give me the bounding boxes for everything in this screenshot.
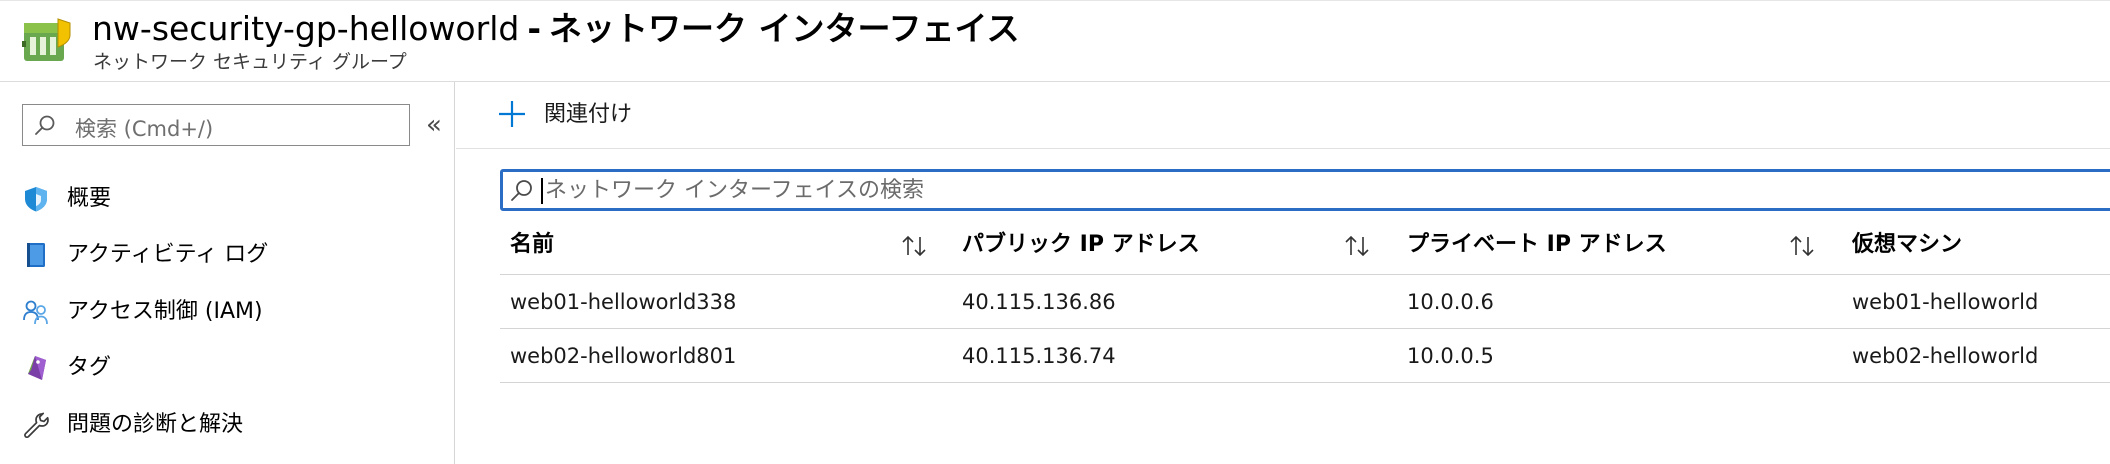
sidebar-item-tags[interactable]: タグ: [0, 341, 455, 397]
network-security-group-icon: [22, 18, 71, 61]
sidebar-item-label: アクティビティ ログ: [67, 242, 269, 267]
page-header: nw-security-gp-helloworld - ネットワーク インターフェイ…: [0, 0, 2110, 82]
cell-private-ip: 10.0.0.5: [1407, 344, 1494, 368]
menu-search-placeholder: 検索 (Cmd+/): [75, 117, 214, 141]
search-icon: [511, 180, 532, 201]
cell-public-ip: 40.115.136.86: [962, 290, 1116, 314]
sidebar-item-label: タグ: [67, 355, 112, 380]
resource-menu: 検索 (Cmd+/) « 概要 アクティビティ ログ アクセス制御 (IAM): [0, 82, 455, 464]
sidebar-item-overview[interactable]: 概要: [0, 172, 455, 228]
section-title: ネットワーク インターフェイス: [549, 9, 1020, 48]
command-bar: 関連付け: [456, 82, 2110, 149]
column-header-private-ip[interactable]: プライベート IP アドレス: [1407, 215, 1667, 275]
sort-icon[interactable]: [900, 233, 928, 259]
plus-icon: [499, 101, 525, 127]
column-header-public-ip[interactable]: パブリック IP アドレス: [962, 215, 1200, 275]
cell-virtual-machine[interactable]: web01-helloworld: [1852, 275, 2038, 329]
column-header-virtual-machine[interactable]: 仮想マシン: [1852, 215, 1962, 275]
search-icon: [35, 115, 55, 135]
cell-virtual-machine[interactable]: web02-helloworld: [1852, 329, 2038, 383]
people-icon: [23, 300, 48, 325]
sort-icon[interactable]: [1343, 233, 1371, 259]
sort-icon[interactable]: [1788, 233, 1816, 259]
associate-label: 関連付け: [544, 102, 633, 127]
sidebar-item-label: 概要: [67, 186, 112, 211]
table-row[interactable]: web01-helloworld338 40.115.136.86 10.0.0…: [500, 275, 2110, 329]
collapse-menu-button[interactable]: «: [422, 110, 446, 140]
cell-name[interactable]: web02-helloworld801: [510, 329, 736, 383]
network-interface-search-input[interactable]: ネットワーク インターフェイスの検索: [500, 169, 2110, 211]
network-interfaces-table: 名前 パブリック IP アドレス プライベート IP アドレス 仮想マシン we…: [500, 215, 2110, 383]
title-separator: -: [527, 9, 542, 48]
text-caret: [541, 178, 543, 204]
tag-icon: [28, 356, 46, 380]
sidebar-item-label: 問題の診断と解決: [67, 412, 244, 437]
cell-name[interactable]: web01-helloworld338: [510, 275, 736, 329]
page-title: nw-security-gp-helloworld - ネットワーク インターフェイ…: [92, 7, 1020, 51]
resource-name: nw-security-gp-helloworld: [92, 9, 520, 48]
shield-icon: [25, 187, 47, 212]
resource-type-subtitle: ネットワーク セキュリティ グループ: [93, 51, 407, 73]
wrench-icon: [24, 412, 49, 439]
cell-private-ip: 10.0.0.6: [1407, 290, 1494, 314]
sidebar-item-label: アクセス制御 (IAM): [67, 299, 263, 324]
main-content: 関連付け ネットワーク インターフェイスの検索 名前 パブリック IP アドレス…: [456, 82, 2110, 464]
sidebar-item-activity-log[interactable]: アクティビティ ログ: [0, 228, 455, 284]
cell-public-ip: 40.115.136.74: [962, 344, 1116, 368]
table-row[interactable]: web02-helloworld801 40.115.136.74 10.0.0…: [500, 329, 2110, 383]
column-header-name[interactable]: 名前: [510, 215, 554, 275]
grid-search-placeholder: ネットワーク インターフェイスの検索: [545, 178, 925, 203]
table-header: 名前 パブリック IP アドレス プライベート IP アドレス 仮想マシン: [500, 215, 2110, 275]
sidebar-item-diagnose[interactable]: 問題の診断と解決: [0, 398, 455, 454]
menu-search-input[interactable]: 検索 (Cmd+/): [22, 104, 410, 146]
sidebar-item-access-control[interactable]: アクセス制御 (IAM): [0, 285, 455, 341]
activity-log-icon: [27, 243, 45, 267]
